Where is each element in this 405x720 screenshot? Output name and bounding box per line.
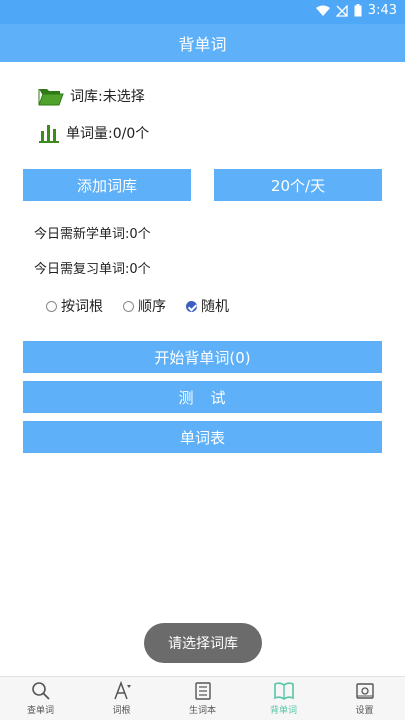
bottom-tab-bar: 查单词 词根 生词本 背单词 设置 (0, 676, 405, 720)
status-bar: 3:43 (0, 0, 405, 24)
word-count-label: 单词量:0/0个 (66, 126, 150, 142)
tab-label: 生词本 (188, 706, 216, 716)
font-icon (113, 681, 131, 700)
tab-label: 查单词 (26, 706, 54, 716)
status-time: 3:43 (367, 3, 397, 18)
radio-random[interactable]: 随机 (186, 296, 229, 316)
new-words-today: 今日需新学单词:0个 (34, 227, 151, 242)
tab-label: 背单词 (269, 706, 297, 716)
bar-chart-icon (39, 125, 59, 143)
test-button[interactable]: 测 试 (23, 381, 382, 413)
radio-sequential[interactable]: 顺序 (123, 296, 166, 316)
radio-label: 顺序 (138, 299, 166, 315)
word-count-row: 单词量:0/0个 (38, 122, 149, 144)
tab-memorize[interactable]: 背单词 (243, 677, 324, 720)
add-library-button[interactable]: 添加词库 (23, 169, 191, 201)
radio-label: 随机 (201, 299, 229, 315)
library-row[interactable]: 词库:未选择 (38, 86, 145, 106)
settings-icon (355, 683, 374, 699)
no-signal-icon (335, 4, 348, 17)
page-title: 背单词 (178, 35, 227, 54)
radio-by-root[interactable]: 按词根 (46, 296, 103, 316)
tab-label: 设置 (355, 706, 374, 716)
folder-icon (38, 89, 64, 106)
toast-message: 请选择词库 (144, 623, 262, 663)
daily-goal-button[interactable]: 20个/天 (214, 169, 382, 201)
tab-label: 词根 (112, 706, 131, 716)
tab-settings[interactable]: 设置 (324, 677, 405, 720)
notebook-icon (194, 682, 211, 700)
tab-word-root[interactable]: 词根 (81, 677, 162, 720)
radio-circle-checked[interactable] (186, 300, 197, 312)
search-icon (31, 682, 50, 700)
library-label: 词库:未选择 (70, 89, 145, 105)
battery-icon (354, 4, 362, 17)
wifi-icon (315, 5, 330, 16)
start-learning-button[interactable]: 开始背单词(0) (23, 341, 382, 373)
radio-circle[interactable] (46, 300, 57, 312)
book-icon (273, 682, 294, 700)
title-bar: 背单词 (0, 24, 405, 62)
tab-notebook[interactable]: 生词本 (162, 677, 243, 720)
status-icons: 3:43 (315, 3, 397, 18)
radio-circle[interactable] (123, 300, 134, 312)
review-words-today: 今日需复习单词:0个 (34, 262, 151, 277)
tab-search[interactable]: 查单词 (0, 677, 81, 720)
word-list-button[interactable]: 单词表 (23, 421, 382, 453)
order-radio-group: 按词根 顺序 随机 (46, 296, 229, 316)
radio-label: 按词根 (61, 299, 103, 315)
